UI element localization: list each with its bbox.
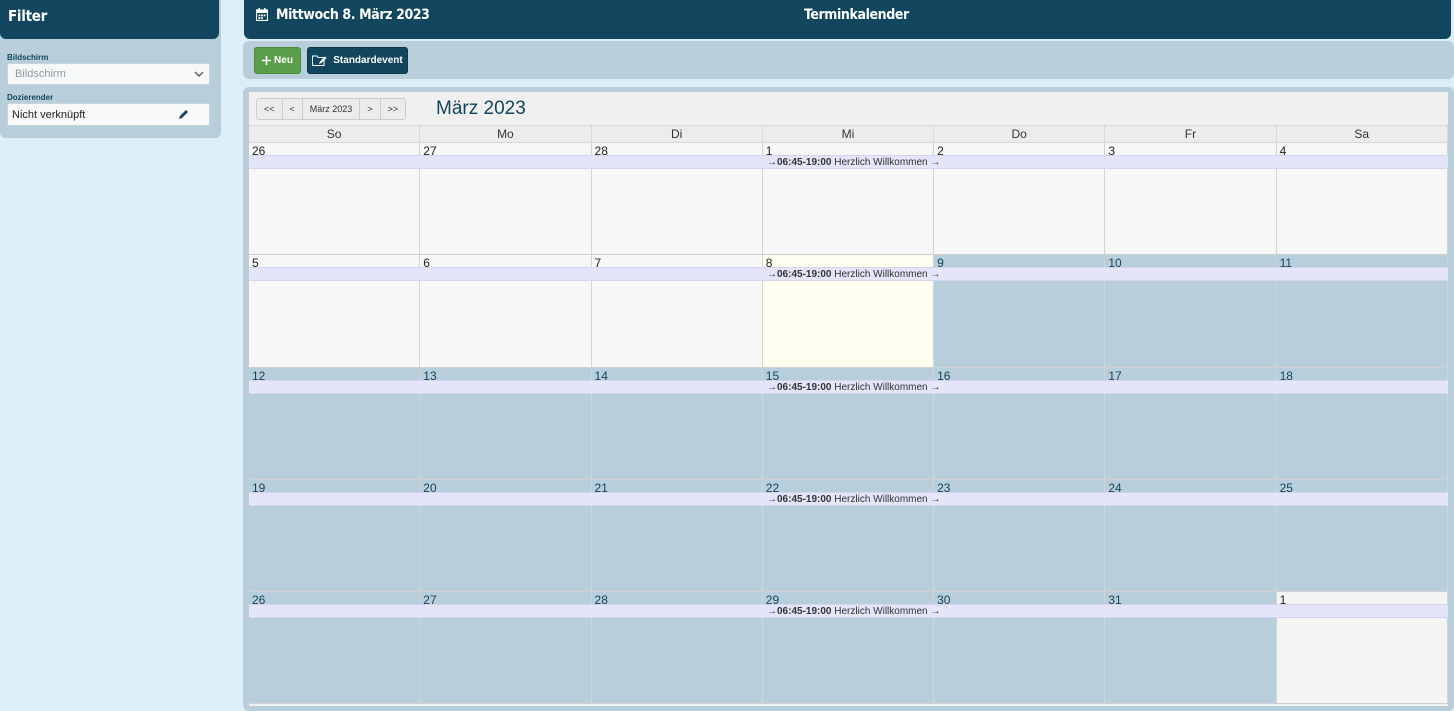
month-navigation: << < März 2023 > >> (256, 98, 407, 120)
screen-select-value: Bildschirm (15, 68, 66, 80)
arrow-left-icon: → (767, 381, 777, 393)
calendar-panel: << < März 2023 > >> März 2023 So Mo Di M… (243, 87, 1454, 711)
event-label: →06:45-19:00 Herzlich Willkommen → (767, 605, 940, 618)
chevron-down-icon (194, 71, 204, 78)
event-time: 06:45-19:00 (777, 269, 832, 281)
plus-icon (262, 56, 272, 65)
event-title: Herzlich Willkommen (834, 157, 928, 168)
lecturer-label: Dozierender (7, 93, 54, 102)
lecturer-field[interactable]: Nicht verknüpft (7, 103, 210, 126)
event-time: 06:45-19:00 (777, 381, 832, 393)
next-month-button[interactable]: > (360, 99, 381, 119)
prev-year-button[interactable]: << (257, 99, 283, 119)
folder-edit-icon (312, 55, 327, 66)
event-time: 06:45-19:00 (777, 606, 832, 618)
week-row: 5 6 7 8 9 10 11 →06:45-19:00 Herzlich Willkomme… (249, 255, 1448, 368)
event-bar[interactable]: →06:45-19:00 Herzlich Willkommen → (249, 491, 1448, 506)
event-bar[interactable]: →06:45-19:00 Herzlich Willkommen → (249, 604, 1448, 619)
filter-title: Filter (8, 7, 47, 25)
arrow-left-icon: → (767, 493, 777, 505)
screen-select[interactable]: Bildschirm (7, 63, 210, 85)
weeks-container: 26 27 28 1 2 3 4 →06:45-19:00 Herzlich Willkomm… (249, 143, 1448, 705)
arrow-right-icon: → (930, 157, 941, 168)
toolbar: Neu Standardevent (243, 41, 1454, 79)
arrow-right-icon: → (930, 269, 941, 281)
weekday-thursday: Do (934, 126, 1106, 142)
event-label: →06:45-19:00 Herzlich Willkommen → (767, 381, 940, 394)
calendar: << < März 2023 > >> März 2023 So Mo Di M… (249, 92, 1448, 706)
standard-event-label: Standardevent (333, 55, 403, 66)
event-bar[interactable]: →06:45-19:00 Herzlich Willkommen → (249, 155, 1448, 169)
event-bar[interactable]: →06:45-19:00 Herzlich Willkommen → (249, 379, 1448, 394)
next-year-button[interactable]: >> (381, 99, 406, 119)
week-row: 26 27 28 29 30 31 1 →06:45-19:00 Herzlich Willk… (249, 592, 1448, 705)
weekday-wednesday: Mi (763, 126, 935, 142)
event-time: 06:45-19:00 (777, 157, 832, 168)
standard-event-button[interactable]: Standardevent (307, 47, 408, 74)
event-time: 06:45-19:00 (777, 493, 832, 505)
event-title: Herzlich Willkommen (834, 493, 928, 505)
filter-sidebar: Filter Bildschirm Bildschirm Dozierender… (0, 0, 221, 138)
month-title: März 2023 (436, 98, 526, 119)
event-title: Herzlich Willkommen (834, 381, 928, 393)
new-button-label: Neu (274, 55, 293, 66)
arrow-left-icon: → (767, 157, 777, 168)
event-label: →06:45-19:00 Herzlich Willkommen → (767, 493, 940, 506)
month-grid: So Mo Di Mi Do Fr Sa 26 27 28 1 2 3 4 →06:45-19… (249, 125, 1448, 705)
lecturer-value: Nicht verknüpft (12, 109, 86, 121)
arrow-right-icon: → (930, 381, 941, 393)
arrow-right-icon: → (930, 606, 941, 618)
current-date: Mittwoch 8. März 2023 (276, 7, 430, 23)
event-label: →06:45-19:00 Herzlich Willkommen → (767, 156, 940, 169)
weekday-friday: Fr (1105, 126, 1277, 142)
arrow-left-icon: → (767, 606, 777, 618)
weekday-sunday: So (249, 126, 421, 142)
new-button[interactable]: Neu (254, 47, 301, 74)
week-row: 26 27 28 1 2 3 4 →06:45-19:00 Herzlich Willkomm… (249, 143, 1448, 256)
arrow-right-icon: → (930, 493, 941, 505)
calendar-icon (256, 8, 268, 21)
pencil-icon[interactable] (178, 109, 189, 120)
event-label: →06:45-19:00 Herzlich Willkommen → (767, 268, 940, 281)
event-title: Herzlich Willkommen (834, 269, 928, 281)
event-title: Herzlich Willkommen (834, 606, 928, 618)
event-bar[interactable]: →06:45-19:00 Herzlich Willkommen → (249, 267, 1448, 282)
filter-header: Filter (0, 0, 219, 39)
week-row: 19 20 21 22 23 24 25 →06:45-19:00 Herzlich Will… (249, 479, 1448, 593)
weekday-tuesday: Di (592, 126, 763, 142)
screen-label: Bildschirm (7, 53, 49, 62)
weekday-saturday: Sa (1277, 126, 1448, 142)
page-title: Terminkalender (804, 7, 909, 23)
arrow-left-icon: → (767, 269, 777, 281)
top-header: Mittwoch 8. März 2023 Terminkalender (244, 0, 1451, 39)
week-row: 12 13 14 15 16 17 18 →06:45-19:00 Herzlich Will… (249, 367, 1448, 480)
weekday-monday: Mo (420, 126, 592, 142)
current-month-button[interactable]: März 2023 (303, 99, 361, 119)
prev-month-button[interactable]: < (283, 99, 303, 119)
weekday-header: So Mo Di Mi Do Fr Sa (249, 125, 1448, 143)
